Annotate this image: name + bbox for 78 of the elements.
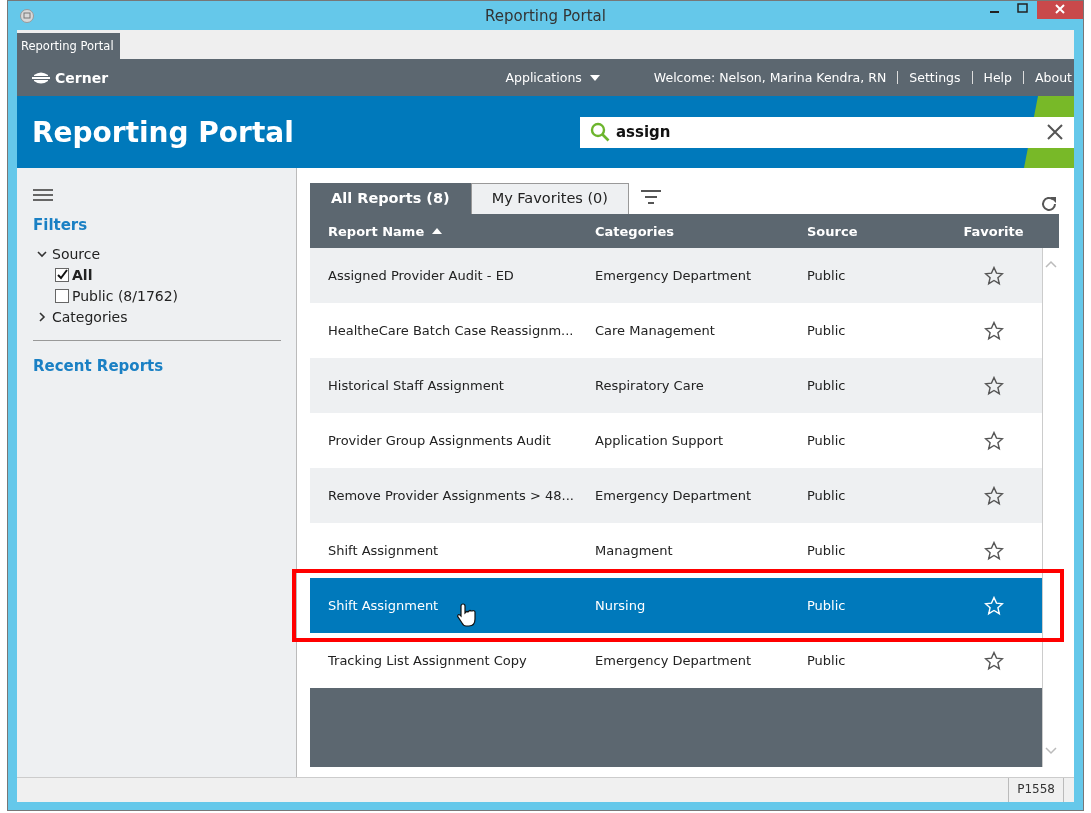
search-input[interactable]: assign	[616, 123, 1040, 141]
table-cell-text: Care Management	[595, 323, 716, 338]
table-cell-text: Public	[807, 488, 847, 503]
star-icon[interactable]	[983, 540, 1004, 561]
table-cell-text: Remove Provider Assignments > 48...	[327, 488, 575, 503]
star-icon[interactable]	[983, 320, 1004, 341]
table-cell-text: Emergency Department	[595, 653, 753, 668]
table-row[interactable]: Historical Staff Assignment Respiratory Care Public	[310, 358, 1042, 413]
table-cell-text: Application Support	[595, 433, 725, 448]
star-icon[interactable]	[983, 375, 1004, 396]
menu-icon[interactable]	[33, 188, 53, 202]
scroll-down-icon	[1045, 747, 1057, 755]
table-row[interactable]: Shift Assignment Nursing Public	[310, 578, 1042, 633]
column-header[interactable]: Source	[807, 223, 945, 239]
status-code: P1558	[1008, 778, 1064, 802]
scroll-up-icon	[1045, 260, 1057, 268]
star-icon[interactable]	[983, 485, 1004, 506]
table-cell-text: HealtheCare Batch Case Reassignm...	[327, 323, 575, 338]
star-icon[interactable]	[983, 265, 1004, 286]
refresh-icon[interactable]	[1039, 194, 1059, 214]
sort-up-icon	[432, 228, 443, 234]
table-cell-text: Public	[807, 598, 847, 613]
app-icon	[20, 8, 34, 23]
logo-icon	[32, 70, 50, 85]
checkbox[interactable]	[55, 288, 69, 303]
table-row[interactable]: Shift Assignment Managment Public	[310, 523, 1042, 578]
table-cell-text: Public	[807, 543, 847, 558]
app-tab[interactable]: Reporting Portal	[17, 33, 120, 59]
checkbox-label: Public (8/1762)	[72, 287, 179, 304]
star-icon[interactable]	[983, 430, 1004, 451]
welcome-text: Welcome: Nelson, Marina Kendra, RN	[653, 70, 887, 85]
clear-icon[interactable]	[1046, 123, 1064, 141]
filters-heading: Filters	[33, 216, 89, 234]
nav-link[interactable]: Help	[983, 70, 1013, 85]
window-title: Reporting Portal	[485, 6, 606, 25]
filter-group[interactable]: Source	[37, 243, 281, 264]
search-field[interactable]: assign	[580, 116, 1074, 148]
nav-link[interactable]: Settings	[909, 70, 961, 85]
recent-reports-link[interactable]: Recent Reports	[33, 357, 281, 375]
report-tab[interactable]: My Favorites (0)	[470, 183, 629, 214]
nav-link[interactable]: About	[1035, 70, 1072, 85]
table-cell-text: Nursing	[595, 598, 647, 613]
page-title: Reporting Portal	[32, 115, 294, 149]
table-row[interactable]: HealtheCare Batch Case Reassignm... Care Management Public	[310, 303, 1042, 358]
caret-icon	[589, 74, 600, 81]
star-icon[interactable]	[983, 650, 1004, 671]
filter-group[interactable]: Categories	[37, 306, 281, 327]
table-cell-text: Public	[807, 433, 847, 448]
table-cell-text: Public	[807, 653, 847, 668]
table-cell-text: Tracking List Assignment Copy	[327, 653, 528, 668]
filter-icon[interactable]	[641, 190, 661, 204]
table-cell-text: Managment	[595, 543, 674, 558]
brand-name: Cerner	[55, 69, 109, 86]
column-header[interactable]: Report Name	[310, 223, 595, 239]
table-cell-text: Public	[807, 378, 847, 393]
table-cell-text: Public	[807, 268, 847, 283]
checkbox[interactable]	[55, 267, 69, 282]
table-cell-text: Shift Assignment	[327, 598, 440, 613]
table-row[interactable]: Tracking List Assignment Copy Emergency Department Public	[310, 633, 1042, 688]
search-icon	[590, 122, 610, 142]
table-cell-text: Assigned Provider Audit - ED	[327, 268, 515, 283]
table-row[interactable]: Remove Provider Assignments > 48... Emergency Department Public	[310, 468, 1042, 523]
table-cell-text: Public	[807, 323, 847, 338]
table-cell-text: Respiratory Care	[595, 378, 705, 393]
checkbox-label: All	[72, 266, 93, 283]
column-header[interactable]: Favorite	[945, 223, 1042, 239]
table-cell-text: Historical Staff Assignment	[327, 378, 505, 393]
table-row[interactable]: Assigned Provider Audit - ED Emergency Department Public	[310, 248, 1042, 303]
table-cell-text: Shift Assignment	[327, 543, 440, 558]
table-cell-text: Emergency Department	[595, 488, 753, 503]
hand-cursor-icon	[456, 602, 478, 628]
applications-menu[interactable]: Applications	[505, 70, 600, 85]
table-row[interactable]: Provider Group Assignments Audit Application Support Public	[310, 413, 1042, 468]
report-tab[interactable]: All Reports (8)	[310, 183, 471, 214]
table-cell-text: Provider Group Assignments Audit	[327, 433, 552, 448]
table-cell-text: Emergency Department	[595, 268, 753, 283]
column-header[interactable]: Categories	[595, 223, 807, 239]
close-button[interactable]	[1037, 1, 1083, 19]
